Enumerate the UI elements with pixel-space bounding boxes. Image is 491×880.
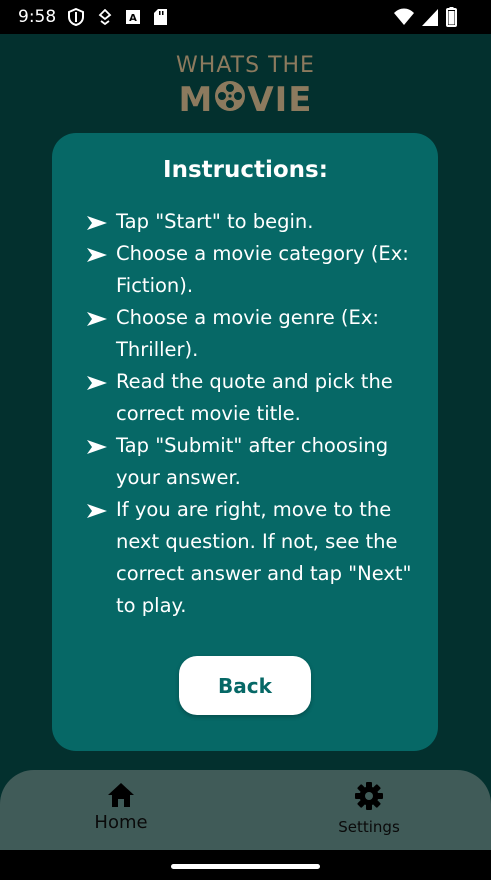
nav-home-label: Home (94, 812, 148, 833)
status-time: 9:58 (18, 7, 57, 27)
instruction-text: Read the quote and pick the correct movi… (116, 370, 393, 425)
gear-icon (355, 782, 383, 810)
arrow-bullet-icon (87, 216, 107, 230)
nav-settings-label: Settings (338, 818, 400, 836)
instruction-item: Tap "Start" to begin. (86, 206, 426, 238)
status-icons-right (394, 7, 457, 27)
svg-text:A: A (129, 13, 137, 24)
instruction-text: Choose a movie category (Ex: Fiction). (116, 242, 409, 297)
app-logo: WHATS THE M VIE (0, 54, 491, 120)
instruction-item: Tap "Submit" after choosing your answer. (86, 430, 426, 494)
instruction-item: If you are right, move to the next quest… (86, 494, 426, 622)
instruction-text: If you are right, move to the next quest… (116, 498, 412, 617)
sd-card-icon (154, 9, 168, 25)
logo-letters-vie: VIE (247, 80, 313, 120)
status-icons-left: A (68, 8, 168, 26)
arrow-bullet-icon (87, 248, 107, 262)
home-icon (108, 783, 134, 807)
instruction-item: Read the quote and pick the correct movi… (86, 366, 426, 430)
instructions-title: Instructions: (163, 157, 328, 183)
nav-home[interactable]: Home (51, 782, 191, 833)
back-button[interactable]: Back (179, 656, 311, 715)
instruction-text: Tap "Submit" after choosing your answer. (116, 434, 389, 489)
bottom-navigation: Home Settings (0, 770, 491, 850)
instruction-text: Tap "Start" to begin. (116, 210, 314, 233)
signal-icon (422, 8, 438, 26)
instruction-item: Choose a movie genre (Ex: Thriller). (86, 302, 426, 366)
instruction-text: Choose a movie genre (Ex: Thriller). (116, 306, 379, 361)
instruction-item: Choose a movie category (Ex: Fiction). (86, 238, 426, 302)
gesture-bar (0, 850, 491, 880)
arrow-bullet-icon (87, 312, 107, 326)
a-badge-icon: A (126, 10, 141, 24)
location-icon (98, 9, 112, 25)
instructions-list: Tap "Start" to begin. Choose a movie cat… (86, 206, 426, 622)
arrow-bullet-icon (87, 504, 107, 518)
status-bar: 9:58 A (0, 0, 491, 34)
shield-icon (68, 8, 85, 26)
logo-letter-m: M (178, 80, 214, 120)
arrow-bullet-icon (87, 376, 107, 390)
film-reel-icon (214, 80, 246, 120)
battery-icon (446, 7, 457, 27)
logo-line2: M VIE (0, 80, 491, 120)
nav-settings[interactable]: Settings (299, 782, 439, 836)
arrow-bullet-icon (87, 440, 107, 454)
home-gesture-handle[interactable] (171, 864, 320, 869)
wifi-icon (394, 8, 414, 26)
logo-line1: WHATS THE (176, 53, 315, 78)
